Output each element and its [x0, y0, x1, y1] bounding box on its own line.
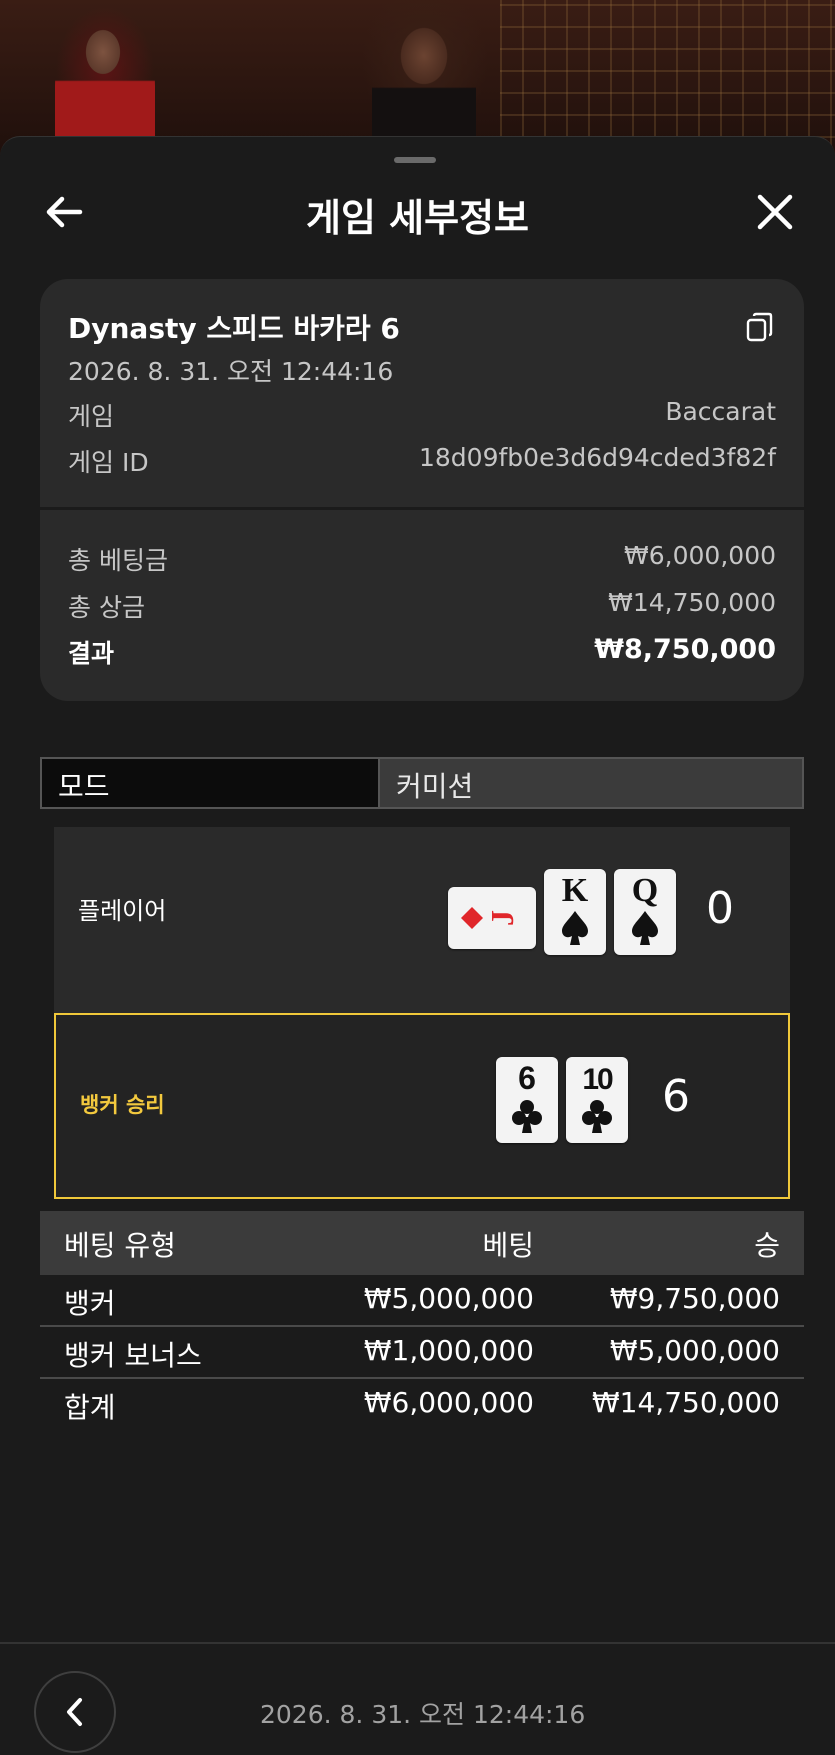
- player-score: 0: [706, 883, 734, 934]
- tab-commission[interactable]: 커미션: [380, 759, 802, 807]
- result-row: 결과 ₩8,750,000: [68, 634, 776, 668]
- footer-divider: [0, 1642, 835, 1644]
- total-win-cell: ₩14,750,000: [591, 1386, 780, 1419]
- bet-type-cell: 뱅커 보너스: [64, 1339, 202, 1372]
- page-title: 게임 세부정보: [306, 196, 529, 240]
- banker-win-label: 뱅커 승리: [80, 1093, 165, 1117]
- bet-amount-cell: ₩5,000,000: [363, 1282, 534, 1315]
- tab-mode[interactable]: 모드: [42, 759, 378, 807]
- table-row: 뱅커 보너스 ₩1,000,000 ₩5,000,000: [40, 1327, 804, 1379]
- total-win-label: 총 상금: [68, 593, 145, 622]
- total-bet-row: 총 베팅금 ₩6,000,000: [68, 541, 776, 575]
- player-card-jack-diamonds: J: [448, 887, 536, 949]
- total-label-cell: 합계: [64, 1391, 116, 1424]
- game-type-row: 게임 Baccarat: [68, 397, 776, 431]
- close-button[interactable]: [746, 189, 806, 235]
- game-id-row: 게임 ID 18d09fb0e3d6d94cded3f82f: [68, 443, 776, 477]
- game-id-label: 게임 ID: [68, 448, 149, 477]
- player-card-queen-spades: Q: [614, 869, 676, 955]
- svg-text:6: 6: [518, 1060, 536, 1096]
- previous-game-button[interactable]: [34, 1671, 116, 1753]
- total-win-value: ₩14,750,000: [608, 588, 776, 617]
- table-total-row: 합계 ₩6,000,000 ₩14,750,000: [40, 1379, 804, 1431]
- svg-text:J: J: [484, 910, 520, 926]
- banker-card-six-clubs: 6: [496, 1057, 558, 1143]
- bet-mode-tabs: 모드 커미션: [40, 757, 804, 809]
- game-type-label: 게임: [68, 402, 115, 431]
- table-name: Dynasty 스피드 바카라 6: [68, 312, 400, 345]
- footer-datetime: 2026. 8. 31. 오전 12:44:16: [260, 1700, 586, 1729]
- total-bet-value: ₩6,000,000: [624, 541, 776, 570]
- drag-handle[interactable]: [394, 157, 436, 163]
- game-id-value: 18d09fb0e3d6d94cded3f82f: [419, 443, 776, 472]
- table-row: 뱅커 ₩5,000,000 ₩9,750,000: [40, 1275, 804, 1327]
- game-summary-card: Dynasty 스피드 바카라 6 2026. 8. 31. 오전 12:44:…: [40, 279, 804, 701]
- win-amount-cell: ₩5,000,000: [609, 1334, 780, 1367]
- total-win-row: 총 상금 ₩14,750,000: [68, 588, 776, 622]
- win-amount-cell: ₩9,750,000: [609, 1282, 780, 1315]
- copy-icon: [746, 312, 773, 342]
- svg-text:Q: Q: [632, 872, 658, 909]
- banker-score: 6: [662, 1071, 690, 1122]
- bets-table-header: 베팅 유형 베팅 승: [40, 1211, 804, 1275]
- game-datetime: 2026. 8. 31. 오전 12:44:16: [68, 357, 394, 386]
- bet-amount-cell: ₩1,000,000: [363, 1334, 534, 1367]
- svg-text:10: 10: [582, 1063, 613, 1096]
- card-divider: [40, 507, 804, 510]
- close-icon: [757, 194, 793, 230]
- header-bet-type: 베팅 유형: [64, 1229, 176, 1262]
- header-win: 승: [754, 1229, 780, 1262]
- header-bet: 베팅: [482, 1229, 534, 1262]
- bet-type-cell: 뱅커: [64, 1287, 116, 1320]
- game-type-value: Baccarat: [665, 397, 776, 426]
- chevron-left-icon: [67, 1698, 82, 1726]
- total-bet-cell: ₩6,000,000: [363, 1386, 534, 1419]
- header: 게임 세부정보: [0, 181, 835, 241]
- total-bet-label: 총 베팅금: [68, 546, 168, 575]
- player-card-king-spades: K: [544, 869, 606, 955]
- banker-hand-winner: 뱅커 승리 6 10 6: [54, 1013, 790, 1199]
- result-label: 결과: [68, 639, 115, 668]
- player-label: 플레이어: [78, 897, 167, 925]
- banker-card-ten-clubs: 10: [566, 1057, 628, 1143]
- hand-result-panel: 플레이어 J K Q 0 뱅커 승리 6 10 6: [54, 827, 790, 1199]
- result-value: ₩8,750,000: [594, 634, 776, 665]
- copy-button[interactable]: [744, 311, 776, 343]
- game-details-sheet: 게임 세부정보 Dynasty 스피드 바카라 6 2026. 8. 31. 오…: [0, 136, 835, 1753]
- svg-text:K: K: [562, 872, 589, 909]
